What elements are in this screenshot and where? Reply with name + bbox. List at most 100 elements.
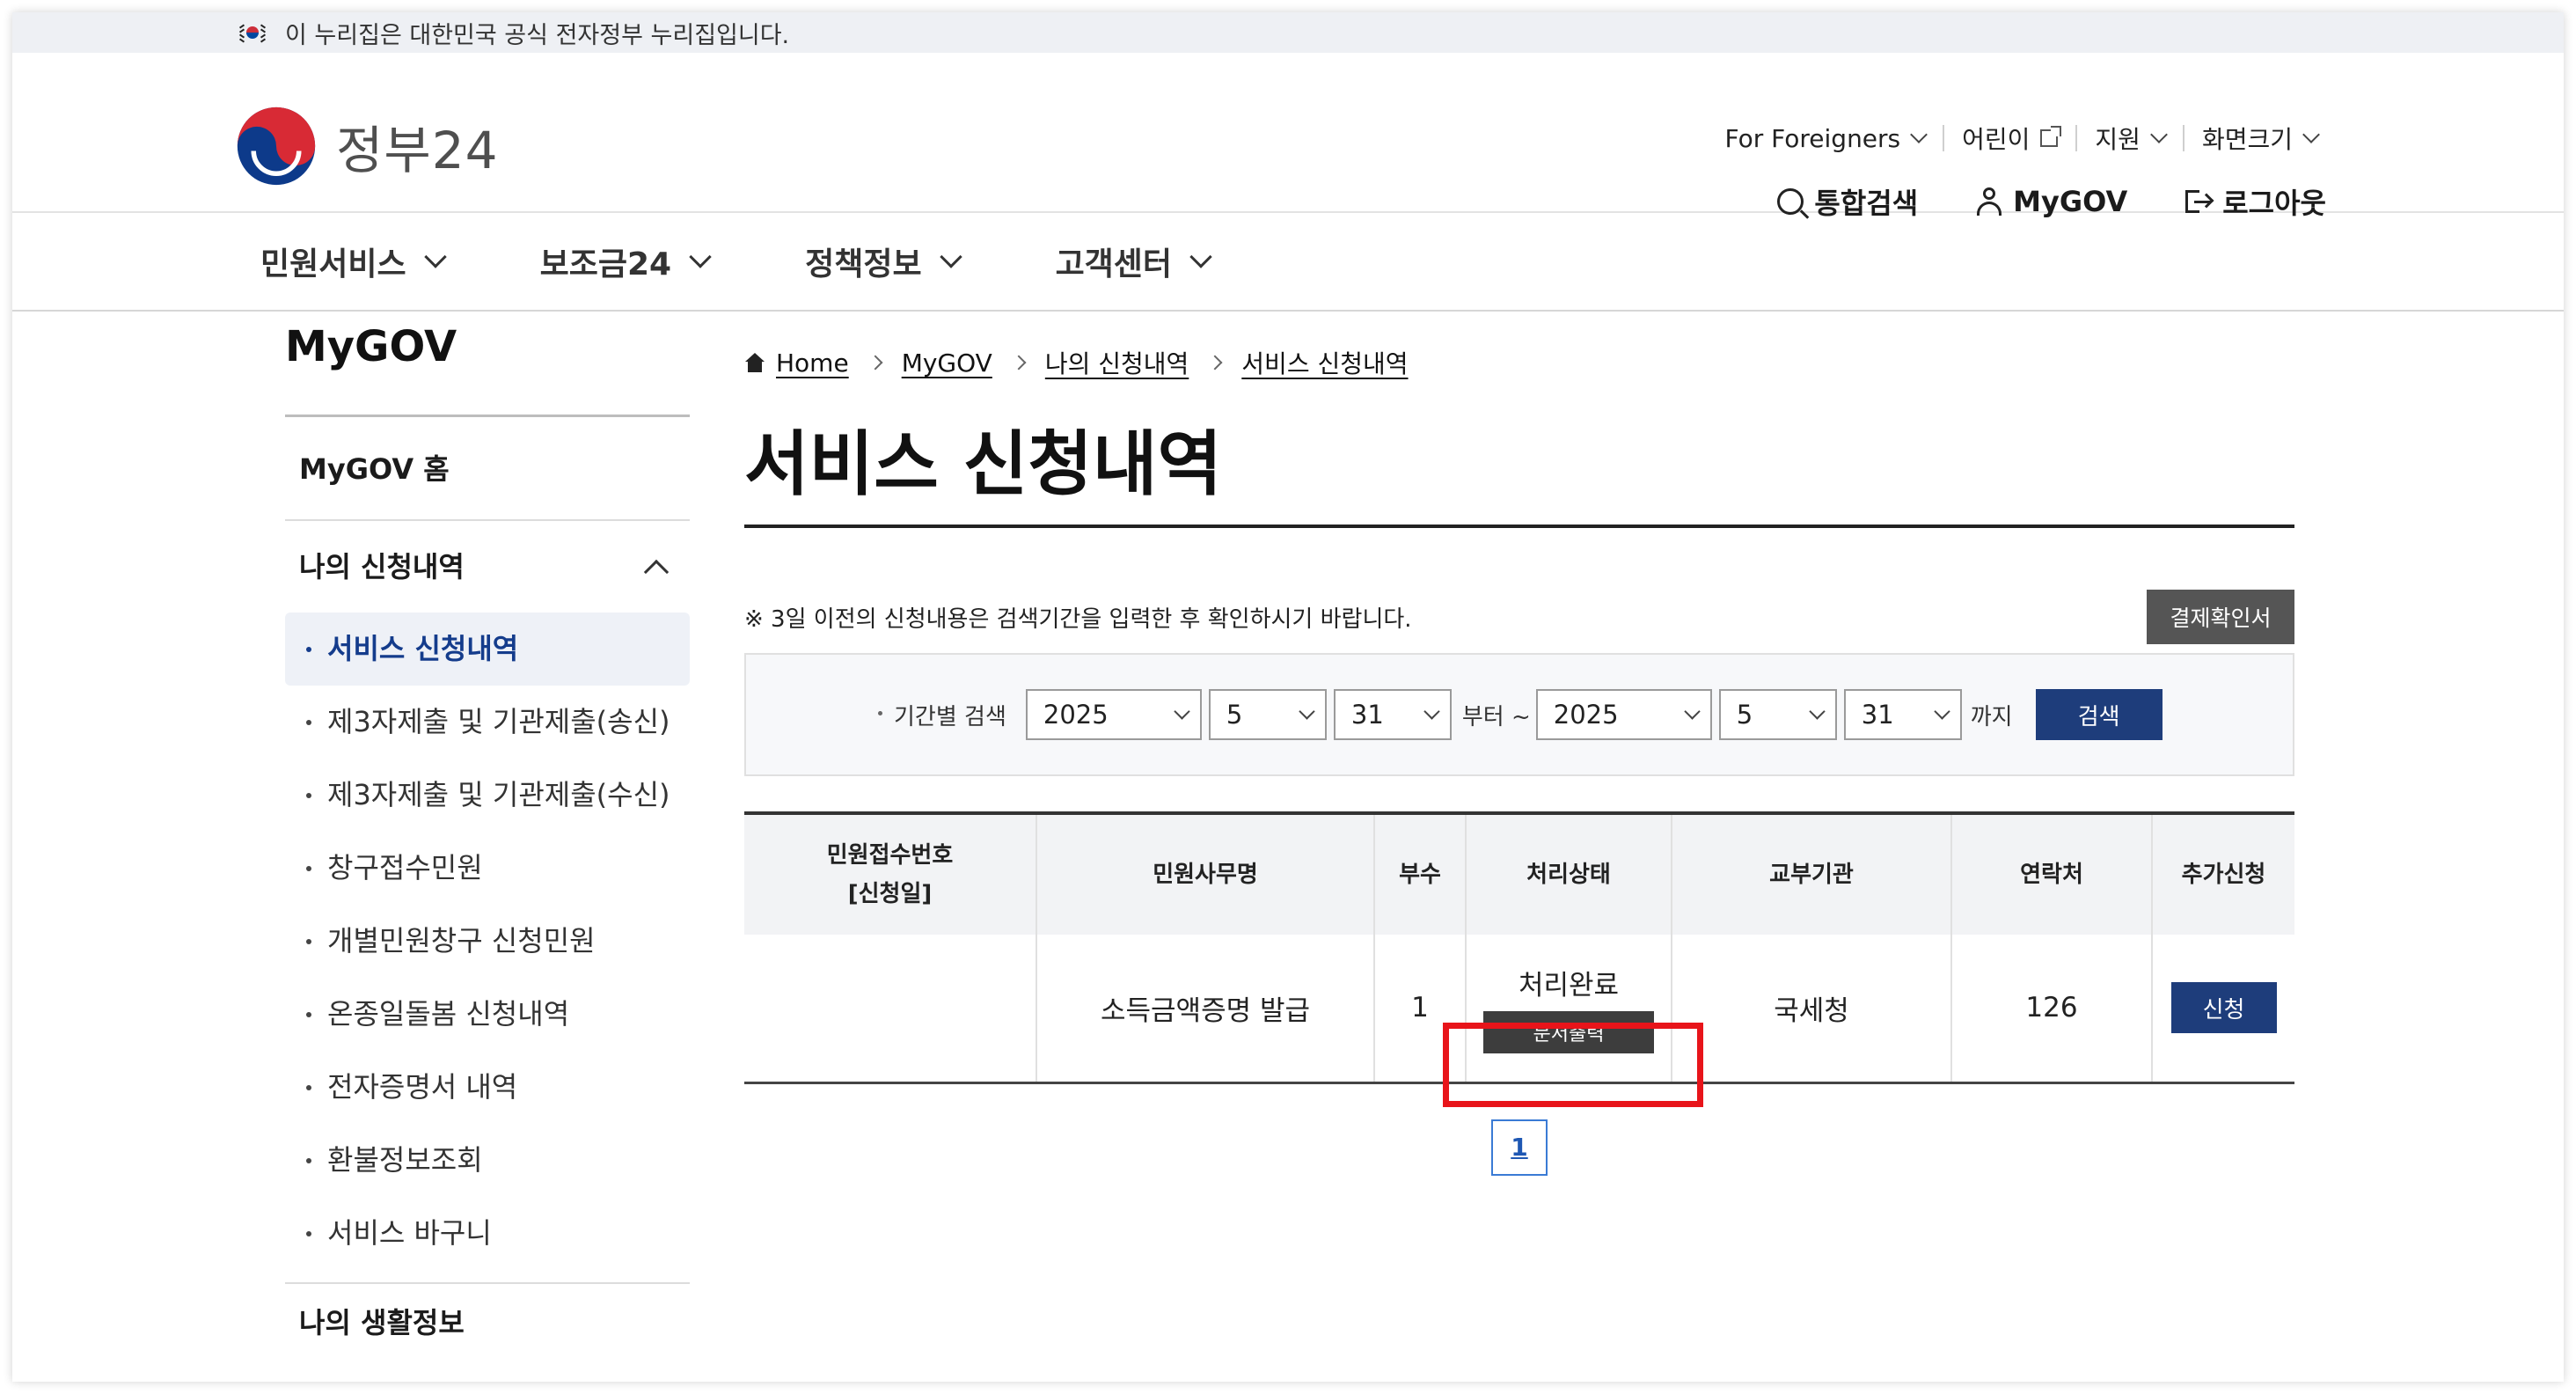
chevron-down-icon bbox=[2302, 126, 2320, 143]
gnb-policy[interactable]: 정책정보 bbox=[805, 238, 962, 284]
select-value: 31 bbox=[1861, 700, 1894, 730]
home-icon bbox=[744, 353, 765, 372]
gnb-label: 민원서비스 bbox=[260, 246, 406, 282]
sidebar-item-e-certificates[interactable]: 전자증명서 내역 bbox=[285, 1051, 690, 1124]
logout-label: 로그아웃 bbox=[2222, 187, 2326, 220]
apply-button[interactable]: 신청 bbox=[2170, 982, 2277, 1034]
cell-additional-apply: 신청 bbox=[2152, 935, 2294, 1084]
util-for-foreigners[interactable]: For Foreigners bbox=[1708, 123, 1943, 153]
from-suffix: 부터 ~ bbox=[1461, 704, 1531, 730]
logout-link[interactable]: 로그아웃 bbox=[2185, 181, 2326, 222]
browser-frame: 이 누리집은 대한민국 공식 전자정부 누리집입니다. 정부24 For For… bbox=[12, 12, 2564, 1382]
gnb-label: 보조금24 bbox=[539, 246, 672, 282]
select-value: 31 bbox=[1350, 700, 1384, 730]
external-link-icon bbox=[2040, 126, 2062, 147]
gnb-customer-center[interactable]: 고객센터 bbox=[1056, 238, 1212, 284]
chevron-down-icon bbox=[1684, 702, 1701, 720]
sidebar-item-third-party-sent[interactable]: 제3자제출 및 기관제출(송신) bbox=[285, 686, 690, 759]
sidebar-item-counter-applications[interactable]: 창구접수민원 bbox=[285, 832, 690, 905]
cell-contact: 126 bbox=[1951, 935, 2153, 1084]
chevron-down-icon bbox=[1934, 702, 1950, 720]
site-header: 정부24 For Foreigners 어린이 지원 화면크기 통합검색 MyG… bbox=[12, 53, 2564, 220]
col-receipt-no: 민원접수번호 [신청일] bbox=[744, 813, 1037, 935]
page-number-button[interactable]: 1 bbox=[1491, 1119, 1548, 1176]
sidebar-group-label: 나의 신청내역 bbox=[299, 550, 465, 583]
cell-receipt-no bbox=[744, 935, 1037, 1084]
mygov-label: MyGOV bbox=[2013, 185, 2128, 218]
sidebar: MyGOV MyGOV 홈 나의 신청내역 서비스 신청내역 제3자제출 및 기… bbox=[285, 312, 690, 1361]
to-year-select[interactable]: 2025 bbox=[1535, 689, 1712, 740]
col-service-name: 민원사무명 bbox=[1036, 813, 1375, 935]
to-day-select[interactable]: 31 bbox=[1843, 689, 1962, 740]
breadcrumb-home[interactable]: Home bbox=[776, 348, 849, 378]
chevron-down-icon bbox=[939, 246, 962, 268]
site-logo[interactable]: 정부24 bbox=[236, 106, 499, 187]
from-day-select[interactable]: 31 bbox=[1333, 689, 1452, 740]
chevron-right-icon bbox=[1207, 355, 1223, 371]
cell-copies: 1 bbox=[1374, 935, 1467, 1084]
gnb-subsidy[interactable]: 보조금24 bbox=[539, 238, 712, 284]
from-year-select[interactable]: 2025 bbox=[1025, 689, 1202, 740]
payment-receipt-button[interactable]: 결제확인서 bbox=[2147, 590, 2294, 644]
util-label: 지원 bbox=[2095, 125, 2141, 154]
col-additional-apply: 추가신청 bbox=[2152, 813, 2294, 935]
to-month-select[interactable]: 5 bbox=[1718, 689, 1837, 740]
cell-service-name: 소득금액증명 발급 bbox=[1036, 935, 1375, 1084]
chevron-right-icon bbox=[1011, 355, 1027, 371]
select-value: 5 bbox=[1226, 700, 1243, 730]
chevron-down-icon bbox=[423, 246, 447, 268]
sidebar-item-individual-counter[interactable]: 개별민원창구 신청민원 bbox=[285, 905, 690, 978]
logout-icon bbox=[2185, 188, 2214, 215]
chevron-down-icon bbox=[1809, 702, 1826, 720]
chevron-down-icon bbox=[1910, 126, 1928, 143]
official-banner-text: 이 누리집은 대한민국 공식 전자정부 누리집입니다. bbox=[285, 21, 790, 49]
search-period-notice: ※ 3일 이전의 신청내용은 검색기간을 입력한 후 확인하시기 바랍니다. bbox=[744, 605, 1412, 633]
official-banner: 이 누리집은 대한민국 공식 전자정부 누리집입니다. bbox=[12, 12, 2564, 53]
sidebar-item-refund-info[interactable]: 환불정보조회 bbox=[285, 1124, 690, 1197]
sidebar-item-service-applications[interactable]: 서비스 신청내역 bbox=[285, 613, 690, 686]
col-contact: 연락처 bbox=[1951, 813, 2153, 935]
page-title: 서비스 신청내역 bbox=[744, 422, 2294, 528]
sidebar-item-third-party-received[interactable]: 제3자제출 및 기관제출(수신) bbox=[285, 759, 690, 832]
gnb-label: 정책정보 bbox=[805, 246, 922, 282]
sidebar-group-my-applications[interactable]: 나의 신청내역 bbox=[285, 521, 690, 613]
breadcrumb-mygov[interactable]: MyGOV bbox=[902, 348, 992, 378]
select-value: 2025 bbox=[1043, 700, 1109, 730]
period-search-label: 기간별 검색 bbox=[878, 699, 1006, 731]
search-icon bbox=[1777, 188, 1804, 215]
breadcrumb: Home MyGOV 나의 신청내역 서비스 신청내역 bbox=[744, 345, 2294, 380]
chevron-down-icon bbox=[1423, 702, 1440, 720]
util-label: 화면크기 bbox=[2201, 125, 2293, 154]
sidebar-group-life-info[interactable]: 나의 생활정보 bbox=[285, 1284, 690, 1361]
main-utility: 통합검색 MyGOV 로그아웃 bbox=[1719, 181, 2326, 222]
breadcrumb-service-applications[interactable]: 서비스 신청내역 bbox=[1241, 345, 1408, 380]
util-screen-size[interactable]: 화면크기 bbox=[2182, 125, 2335, 154]
col-copies: 부수 bbox=[1374, 813, 1467, 935]
sidebar-item-all-day-care[interactable]: 온종일돌봄 신청내역 bbox=[285, 978, 690, 1051]
korea-flag-icon bbox=[238, 22, 267, 43]
unified-search-link[interactable]: 통합검색 bbox=[1777, 181, 1918, 222]
application-table: 민원접수번호 [신청일] 민원사무명 부수 처리상태 교부기관 연락처 추가신청 … bbox=[744, 811, 2294, 1084]
util-support[interactable]: 지원 bbox=[2075, 125, 2183, 154]
cell-agency: 국세청 bbox=[1672, 935, 1952, 1084]
notice-row: ※ 3일 이전의 신청내용은 검색기간을 입력한 후 확인하시기 바랍니다. 결… bbox=[744, 590, 2294, 644]
unified-search-label: 통합검색 bbox=[1814, 187, 1919, 220]
mygov-link[interactable]: MyGOV bbox=[1976, 185, 2127, 218]
util-kids[interactable]: 어린이 bbox=[1943, 125, 2075, 154]
from-month-select[interactable]: 5 bbox=[1208, 689, 1327, 740]
utility-links: For Foreigners 어린이 지원 화면크기 bbox=[1708, 123, 2336, 154]
status-text: 처리완료 bbox=[1518, 969, 1620, 1001]
sidebar-item-mygov-home[interactable]: MyGOV 홈 bbox=[285, 417, 690, 521]
print-document-button[interactable]: 문서출력 bbox=[1483, 1010, 1654, 1053]
util-label: For Foreigners bbox=[1724, 123, 1901, 153]
gnb-civil-service[interactable]: 민원서비스 bbox=[260, 238, 447, 284]
search-button[interactable]: 검색 bbox=[2035, 689, 2163, 740]
breadcrumb-my-applications[interactable]: 나의 신청내역 bbox=[1045, 345, 1189, 380]
chevron-down-icon bbox=[1189, 246, 1212, 268]
chevron-down-icon bbox=[1174, 702, 1190, 720]
chevron-down-icon bbox=[1299, 702, 1315, 720]
col-status: 처리상태 bbox=[1466, 813, 1672, 935]
table-row: 소득금액증명 발급 1 처리완료 문서출력 국세청 126 신청 bbox=[744, 935, 2294, 1084]
cell-status: 처리완료 문서출력 bbox=[1466, 935, 1672, 1084]
sidebar-item-service-basket[interactable]: 서비스 바구니 bbox=[285, 1197, 690, 1270]
